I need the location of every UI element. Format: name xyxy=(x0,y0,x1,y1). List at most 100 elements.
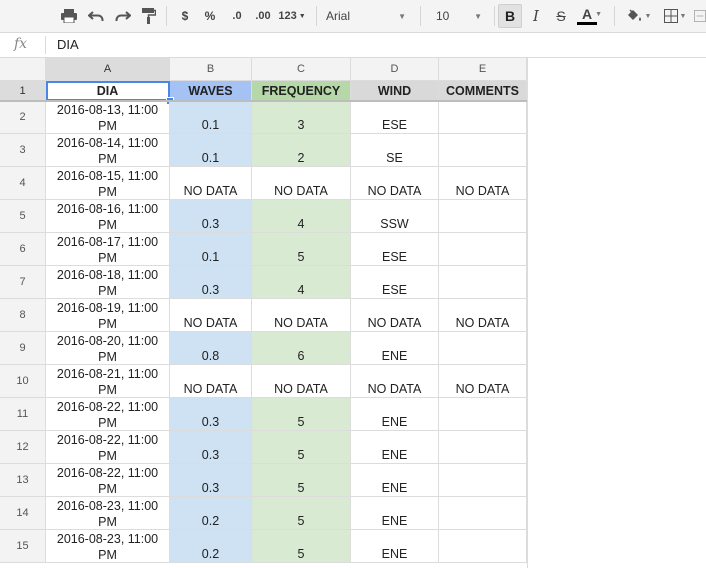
cell-comments[interactable] xyxy=(439,233,527,266)
fill-color-icon[interactable]: ▼ xyxy=(622,4,654,28)
row-header-13[interactable]: 13 xyxy=(0,464,46,497)
cell-date[interactable]: 2016-08-13, 11:00 PM xyxy=(46,101,170,134)
cell-wind[interactable]: SSW xyxy=(351,200,439,233)
cell-waves[interactable]: 0.3 xyxy=(170,200,252,233)
select-all-corner[interactable] xyxy=(0,58,46,81)
decrease-decimal-button[interactable]: .0 xyxy=(226,4,248,28)
cell-frequency[interactable]: 5 xyxy=(252,398,351,431)
cell-comments[interactable] xyxy=(439,464,527,497)
font-size-dropdown[interactable]: 10 ▼ xyxy=(430,4,488,28)
increase-decimal-button[interactable]: .00 xyxy=(252,4,274,28)
row-header-15[interactable]: 15 xyxy=(0,530,46,563)
percent-format-button[interactable]: % xyxy=(200,4,220,28)
italic-button[interactable]: I xyxy=(526,4,546,28)
merge-cells-icon[interactable] xyxy=(694,4,706,28)
cell-comments[interactable]: NO DATA xyxy=(439,167,527,200)
cell-date[interactable]: 2016-08-14, 11:00 PM xyxy=(46,134,170,167)
cell-frequency[interactable]: 5 xyxy=(252,497,351,530)
column-header-c[interactable]: C xyxy=(252,58,351,81)
row-header-1[interactable]: 1 xyxy=(0,81,46,101)
cell-waves[interactable]: 0.2 xyxy=(170,530,252,563)
cell-date[interactable]: 2016-08-23, 11:00 PM xyxy=(46,530,170,563)
column-header-e[interactable]: E xyxy=(439,58,527,81)
cell-date[interactable]: 2016-08-21, 11:00 PM xyxy=(46,365,170,398)
cell-comments[interactable] xyxy=(439,266,527,299)
cell-frequency[interactable]: 4 xyxy=(252,266,351,299)
row-header-7[interactable]: 7 xyxy=(0,266,46,299)
cell-frequency[interactable]: 5 xyxy=(252,530,351,563)
cell-waves[interactable]: 0.3 xyxy=(170,464,252,497)
cell-date[interactable]: 2016-08-22, 11:00 PM xyxy=(46,464,170,497)
column-header-d[interactable]: D xyxy=(351,58,439,81)
cell-waves[interactable]: 0.1 xyxy=(170,101,252,134)
print-icon[interactable] xyxy=(58,4,80,28)
cell-date[interactable]: 2016-08-22, 11:00 PM xyxy=(46,431,170,464)
cell-wind[interactable]: SE xyxy=(351,134,439,167)
cell-comments[interactable] xyxy=(439,332,527,365)
cell-frequency[interactable]: 5 xyxy=(252,464,351,497)
undo-icon[interactable] xyxy=(85,4,107,28)
header-cell-comments[interactable]: COMMENTS xyxy=(439,81,527,101)
cell-date[interactable]: 2016-08-17, 11:00 PM xyxy=(46,233,170,266)
column-header-b[interactable]: B xyxy=(170,58,252,81)
cell-date[interactable]: 2016-08-22, 11:00 PM xyxy=(46,398,170,431)
header-cell-wind[interactable]: WIND xyxy=(351,81,439,101)
cell-waves[interactable]: NO DATA xyxy=(170,167,252,200)
cell-wind[interactable]: NO DATA xyxy=(351,299,439,332)
cell-wind[interactable]: ESE xyxy=(351,266,439,299)
cell-wind[interactable]: NO DATA xyxy=(351,365,439,398)
cell-date[interactable]: 2016-08-23, 11:00 PM xyxy=(46,497,170,530)
selected-cell-a1[interactable]: DIA xyxy=(46,81,170,101)
cell-waves[interactable]: NO DATA xyxy=(170,365,252,398)
cell-comments[interactable] xyxy=(439,200,527,233)
cell-comments[interactable] xyxy=(439,530,527,563)
row-header-3[interactable]: 3 xyxy=(0,134,46,167)
paint-format-icon[interactable] xyxy=(139,4,159,28)
cell-wind[interactable]: ESE xyxy=(351,233,439,266)
cell-waves[interactable]: 0.1 xyxy=(170,134,252,167)
row-header-12[interactable]: 12 xyxy=(0,431,46,464)
cell-comments[interactable] xyxy=(439,431,527,464)
cell-frequency[interactable]: 3 xyxy=(252,101,351,134)
cell-frequency[interactable]: NO DATA xyxy=(252,365,351,398)
currency-format-button[interactable]: $ xyxy=(176,4,194,28)
cell-comments[interactable] xyxy=(439,398,527,431)
cell-frequency[interactable]: 4 xyxy=(252,200,351,233)
text-color-button[interactable]: A ▼ xyxy=(576,4,608,28)
row-header-2[interactable]: 2 xyxy=(0,101,46,134)
row-header-8[interactable]: 8 xyxy=(0,299,46,332)
cell-wind[interactable]: ENE xyxy=(351,431,439,464)
cell-wind[interactable]: ENE xyxy=(351,398,439,431)
more-formats-dropdown[interactable]: 123 ▼ xyxy=(276,4,308,28)
cell-date[interactable]: 2016-08-18, 11:00 PM xyxy=(46,266,170,299)
cell-comments[interactable] xyxy=(439,101,527,134)
row-header-10[interactable]: 10 xyxy=(0,365,46,398)
cell-waves[interactable]: 0.8 xyxy=(170,332,252,365)
row-header-14[interactable]: 14 xyxy=(0,497,46,530)
frozen-row-divider[interactable] xyxy=(0,100,527,102)
row-header-6[interactable]: 6 xyxy=(0,233,46,266)
cell-frequency[interactable]: NO DATA xyxy=(252,167,351,200)
cell-wind[interactable]: NO DATA xyxy=(351,167,439,200)
cell-wind[interactable]: ENE xyxy=(351,464,439,497)
cell-waves[interactable]: 0.3 xyxy=(170,266,252,299)
cell-waves[interactable]: NO DATA xyxy=(170,299,252,332)
cell-date[interactable]: 2016-08-15, 11:00 PM xyxy=(46,167,170,200)
cell-wind[interactable]: ENE xyxy=(351,497,439,530)
cell-comments[interactable] xyxy=(439,134,527,167)
header-cell-waves[interactable]: WAVES xyxy=(170,81,252,101)
cell-waves[interactable]: 0.3 xyxy=(170,431,252,464)
borders-icon[interactable]: ▼ xyxy=(660,4,690,28)
cell-frequency[interactable]: NO DATA xyxy=(252,299,351,332)
cell-frequency[interactable]: 5 xyxy=(252,233,351,266)
cell-date[interactable]: 2016-08-16, 11:00 PM xyxy=(46,200,170,233)
bold-button[interactable]: B xyxy=(498,4,522,28)
formula-input[interactable]: DIA xyxy=(57,37,79,52)
header-cell-frequency[interactable]: FREQUENCY xyxy=(252,81,351,101)
font-family-dropdown[interactable]: Arial ▼ xyxy=(320,4,412,28)
cell-wind[interactable]: ENE xyxy=(351,332,439,365)
redo-icon[interactable] xyxy=(112,4,134,28)
row-header-11[interactable]: 11 xyxy=(0,398,46,431)
cell-waves[interactable]: 0.3 xyxy=(170,398,252,431)
column-header-a[interactable]: A xyxy=(46,58,170,81)
